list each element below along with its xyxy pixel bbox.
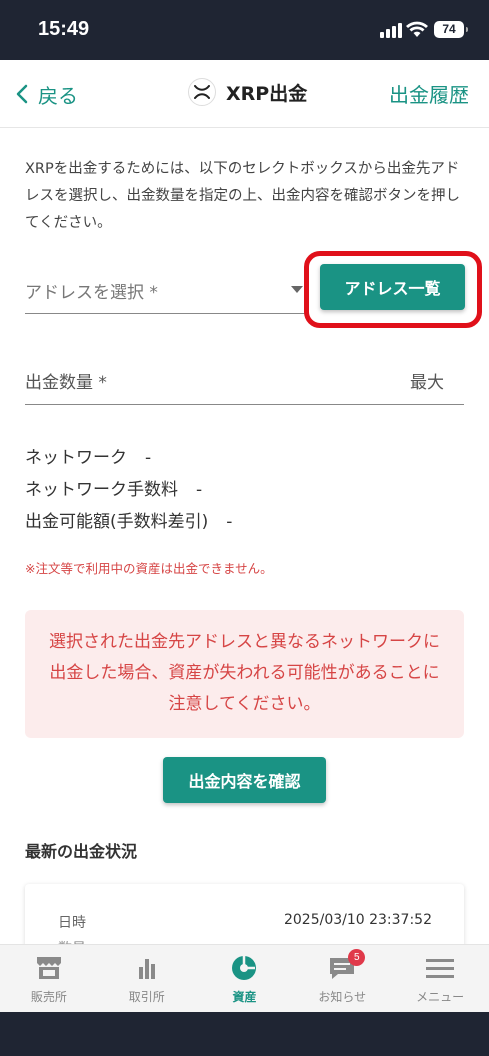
latest-withdraw-title: 最新の出金状況: [25, 842, 138, 861]
battery-icon: 74: [434, 21, 468, 38]
fee-value: -: [196, 480, 203, 500]
tab-exchange-label: 取引所: [128, 990, 165, 1004]
available-label: 出金可能額(手数料差引): [25, 512, 209, 532]
available-row: 出金可能額(手数料差引) -: [25, 506, 232, 538]
tab-menu[interactable]: メニュー: [391, 945, 489, 1012]
address-select[interactable]: アドレスを選択 *: [25, 266, 307, 314]
menu-icon: [426, 959, 455, 978]
status-time: 15:49: [38, 18, 90, 40]
max-button[interactable]: 最大: [410, 368, 444, 393]
tab-exchange[interactable]: 取引所: [98, 945, 196, 1012]
amount-label: 出金数量 *: [25, 373, 107, 393]
xrp-logo-icon: [188, 78, 216, 106]
tab-menu-label: メニュー: [416, 990, 465, 1004]
tab-store[interactable]: 販売所: [0, 945, 98, 1012]
dropdown-caret-icon: [291, 286, 303, 293]
bar-chart-icon: [138, 959, 155, 979]
amount-field[interactable]: 出金数量 * 最大: [25, 356, 464, 405]
fee-row: ネットワーク手数料 -: [25, 474, 232, 506]
address-select-label: アドレスを選択 *: [25, 283, 158, 303]
wifi-icon: [406, 20, 428, 42]
date-label: 日時: [58, 915, 86, 931]
tab-assets-label: 資産: [232, 990, 257, 1004]
tab-bar: 販売所 取引所 資産 5 お知らせ メニュー: [0, 944, 489, 1012]
tab-store-label: 販売所: [30, 990, 67, 1004]
warning-box: 選択された出金先アドレスと異なるネットワークに出金した場合、資産が失われる可能性…: [25, 610, 464, 738]
tab-assets[interactable]: 資産: [196, 945, 294, 1012]
withdraw-history-link[interactable]: 出金履歴: [389, 79, 469, 108]
page-title: XRP出金: [226, 82, 308, 105]
notification-badge: 5: [348, 949, 366, 966]
back-button[interactable]: 戻る: [16, 79, 78, 109]
pie-chart-icon: [232, 956, 257, 980]
intro-text: XRPを出金するためには、以下のセレクトボックスから出金先アドレスを選択し、出金…: [25, 161, 460, 231]
tab-news[interactable]: 5 お知らせ: [293, 945, 391, 1012]
notice-text: ※注文等で利用中の資産は出金できません。: [25, 561, 273, 576]
address-list-button[interactable]: アドレス一覧: [320, 264, 465, 310]
chevron-left-icon: [16, 84, 28, 104]
back-label: 戻る: [38, 83, 78, 108]
info-rows: ネットワーク - ネットワーク手数料 - 出金可能額(手数料差引) -: [25, 442, 232, 538]
status-bar: 15:49 74: [0, 0, 489, 60]
network-label: ネットワーク: [25, 448, 127, 468]
title-group: XRP出金: [188, 78, 307, 106]
available-value: -: [226, 512, 233, 532]
message-icon-wrap: 5: [328, 949, 366, 981]
home-indicator-area: [0, 1012, 489, 1056]
date-value: 2025/03/10 23:37:52: [283, 912, 432, 928]
network-value: -: [145, 448, 152, 468]
tab-news-label: お知らせ: [318, 990, 367, 1004]
signal-icon: [380, 22, 402, 38]
nav-header: 戻る XRP出金 出金履歴: [0, 60, 489, 128]
store-icon: [36, 957, 61, 979]
network-row: ネットワーク -: [25, 442, 232, 474]
confirm-button[interactable]: 出金内容を確認: [163, 757, 326, 803]
fee-label: ネットワーク手数料: [25, 480, 178, 500]
